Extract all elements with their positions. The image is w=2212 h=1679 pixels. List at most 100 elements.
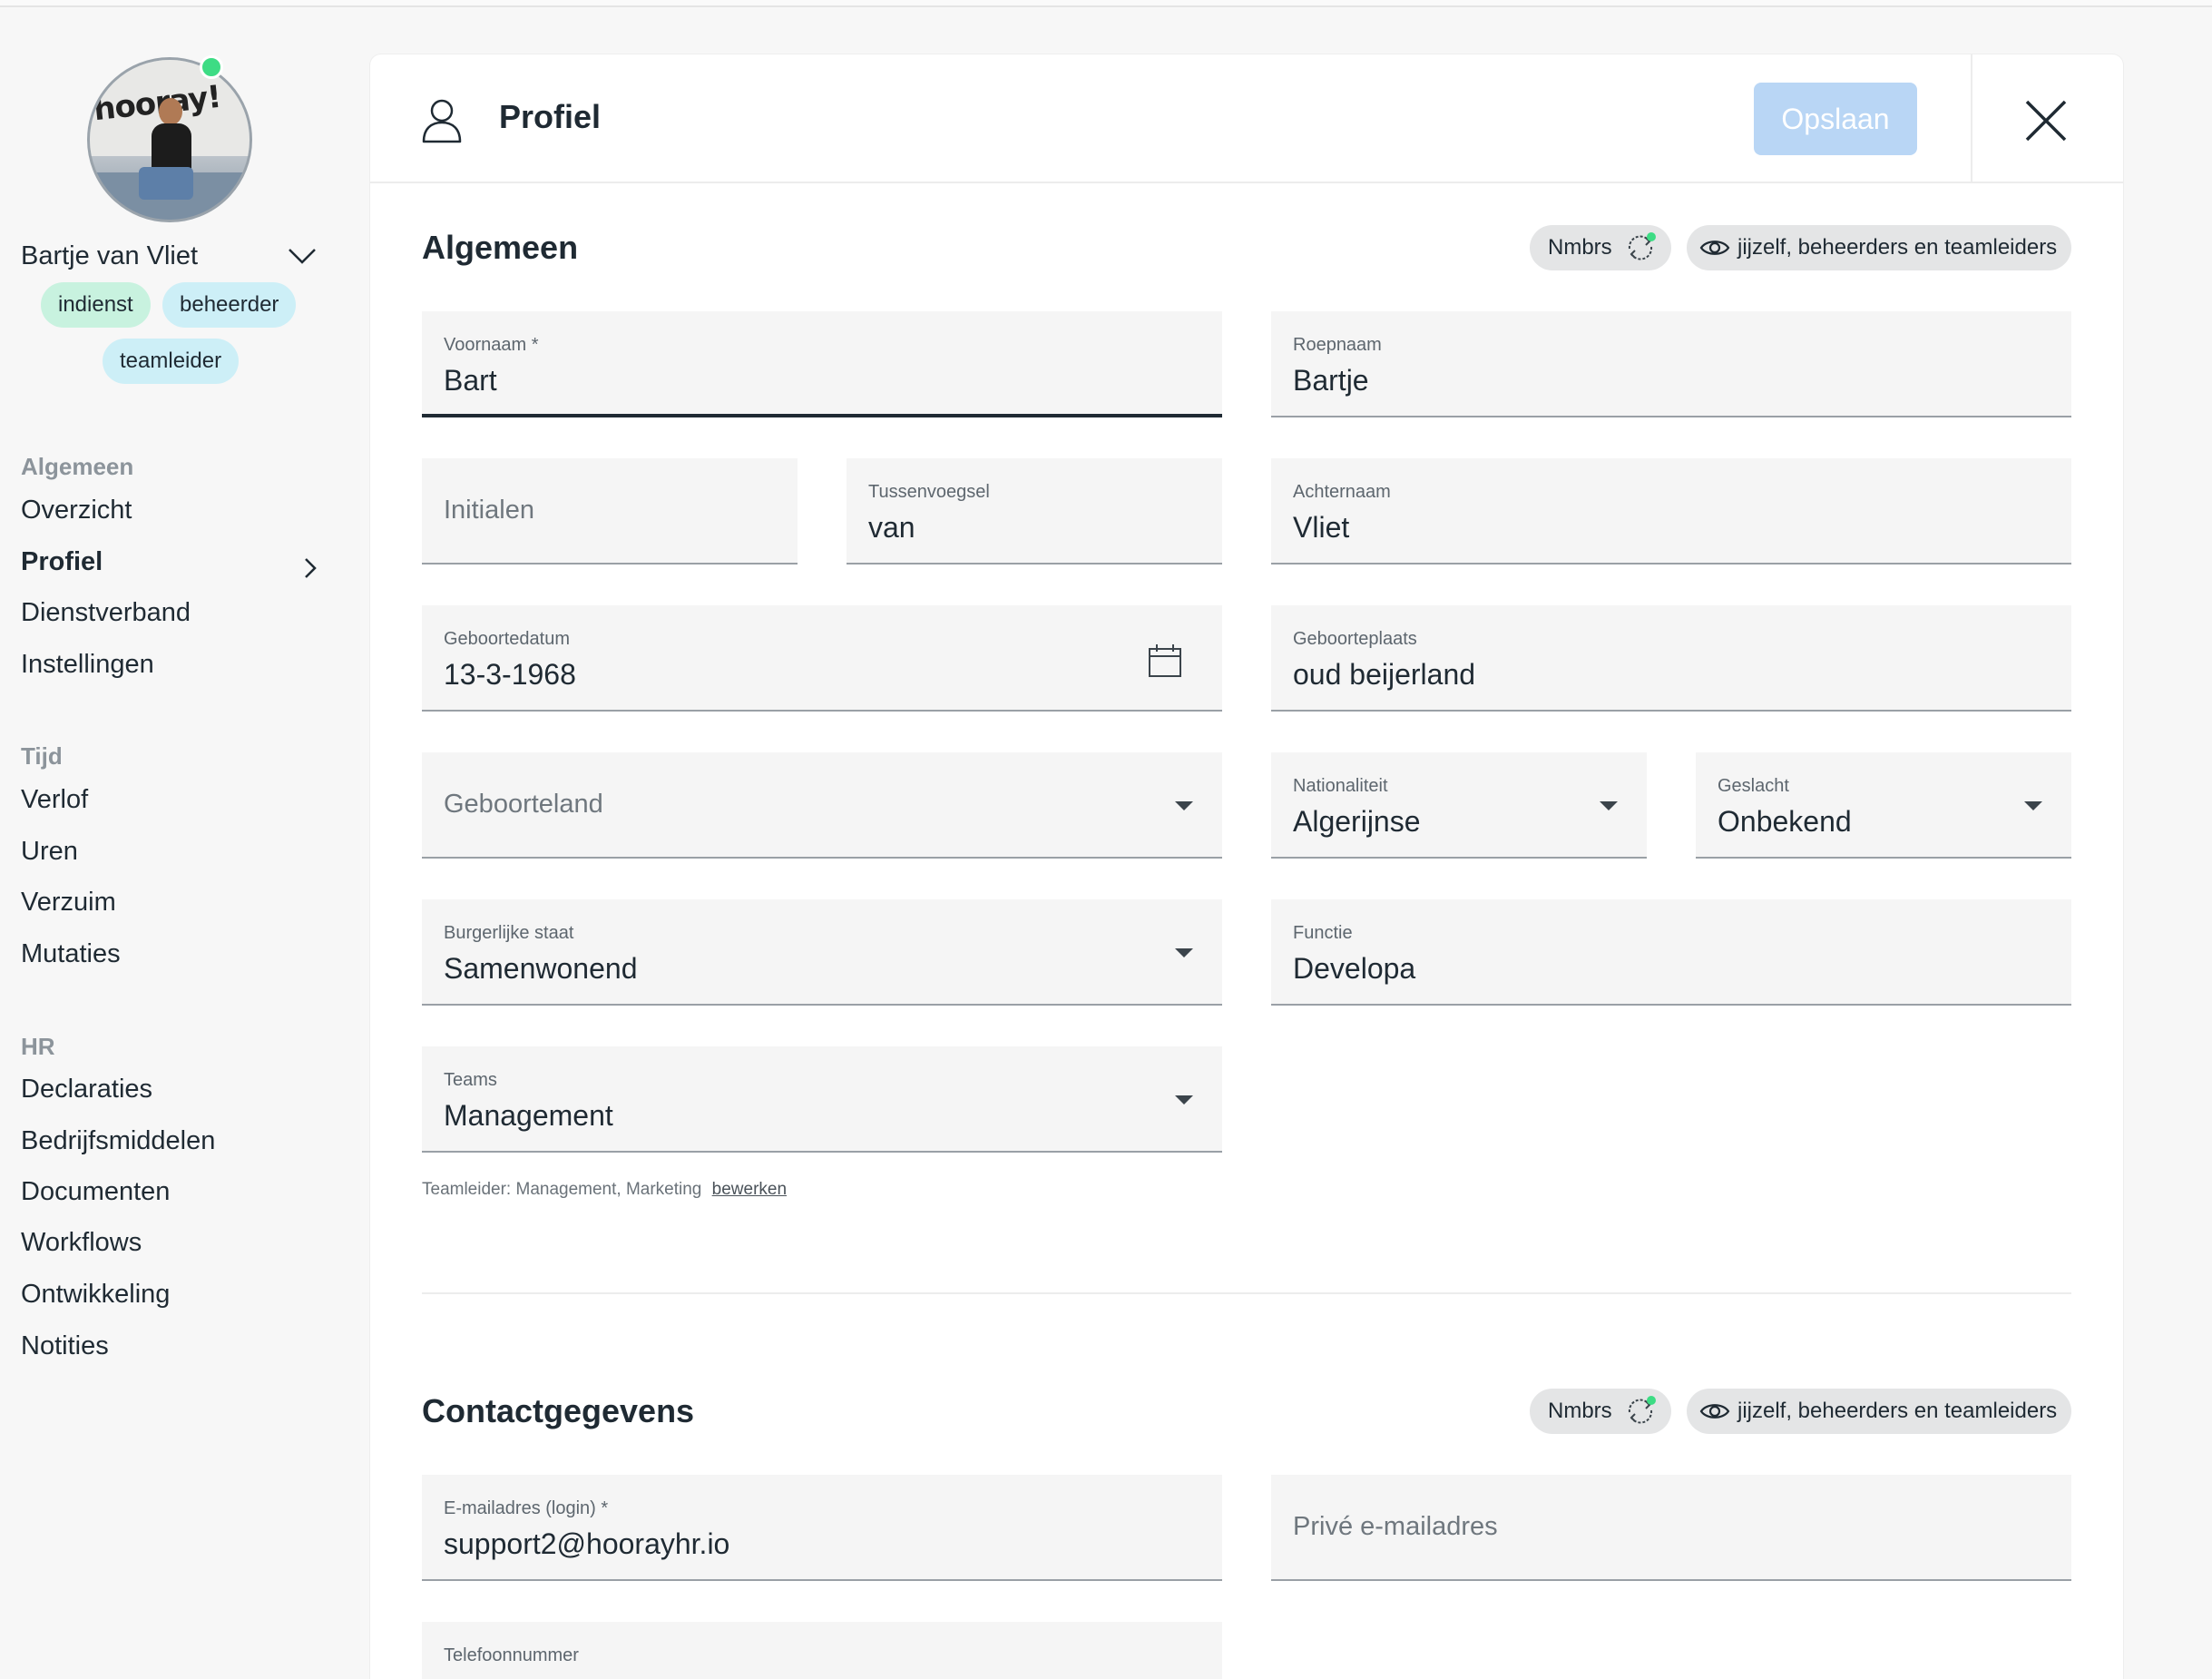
burgerlijke-staat-value: Samenwonend [444,952,638,985]
geslacht-label: Geslacht [1718,776,1789,796]
calendar-icon[interactable] [1148,643,1182,678]
geboortedatum-label: Geboortedatum [444,629,570,649]
nav-section-hr: HR [21,1033,55,1060]
sidebar-item-verzuim[interactable]: Verzuim [21,888,116,918]
close-icon[interactable] [2020,94,2072,147]
section-title-contactgegevens: Contactgegevens [422,1392,695,1429]
sidebar-item-ontwikkeling[interactable]: Ontwikkeling [21,1280,170,1310]
sidebar-item-workflows[interactable]: Workflows [21,1228,142,1258]
roepnaam-value: Bartje [1293,364,1369,397]
section-divider [422,1292,2071,1294]
online-status-icon [200,55,223,79]
nationaliteit-value: Algerijnse [1293,805,1421,838]
roepnaam-label: Roepnaam [1293,335,1382,355]
window-top-bar [0,0,2212,7]
telefoon-field[interactable]: Telefoonnummer [422,1622,1222,1679]
user-icon [422,99,462,143]
email-field[interactable]: E-mailadres (login) * support2@hoorayhr.… [422,1475,1222,1581]
achternaam-label: Achternaam [1293,482,1391,502]
geslacht-select[interactable]: Geslacht Onbekend [1696,752,2071,859]
visibility-label: jijzelf, beheerders en teamleiders [1737,235,2058,260]
avatar[interactable]: hooray! [87,55,252,222]
section-title-algemeen: Algemeen [422,229,579,266]
chevron-down-icon[interactable] [287,245,318,267]
initialen-field[interactable]: Initialen [422,458,798,565]
sync-icon [1628,232,1656,260]
role-badge-teamleider: teamleider [103,339,240,384]
sidebar-item-mutaties[interactable]: Mutaties [21,939,121,969]
geboortedatum-value: 13-3-1968 [444,658,576,691]
source-badge-nmbrs[interactable]: Nmbrs [1530,225,1671,270]
dropdown-caret-icon [1600,801,1618,810]
initialen-placeholder: Initialen [444,496,534,525]
eye-icon [1699,241,1730,255]
nav-section-algemeen: Algemeen [21,453,134,480]
geboorteland-placeholder: Geboorteland [444,790,603,819]
geboortedatum-field[interactable]: Geboortedatum 13-3-1968 [422,605,1222,712]
burgerlijke-staat-label: Burgerlijke staat [444,923,574,943]
sidebar-item-profiel[interactable]: Profiel [21,547,103,577]
nav-section-tijd: Tijd [21,742,63,770]
sidebar-item-notities[interactable]: Notities [21,1331,109,1361]
geboorteland-select[interactable]: Geboorteland [422,752,1222,859]
functie-label: Functie [1293,923,1353,943]
sidebar-item-overzicht[interactable]: Overzicht [21,496,132,525]
page-title: Profiel [499,98,602,135]
edit-teams-link[interactable]: bewerken [712,1180,787,1199]
telefoon-label: Telefoonnummer [444,1645,579,1665]
teams-label: Teams [444,1070,497,1090]
voornaam-field[interactable]: Voornaam * Bart [422,311,1222,417]
teamleider-helper-text: Teamleider: Management, Marketing [422,1180,702,1199]
geboorteplaats-field[interactable]: Geboorteplaats oud beijerland [1271,605,2071,712]
geslacht-value: Onbekend [1718,805,1852,838]
dropdown-caret-icon [1175,1095,1193,1105]
dropdown-caret-icon [1175,801,1193,810]
burgerlijke-staat-select[interactable]: Burgerlijke staat Samenwonend [422,899,1222,1006]
sidebar-item-documenten[interactable]: Documenten [21,1177,170,1207]
nationaliteit-label: Nationaliteit [1293,776,1388,796]
roepnaam-field[interactable]: Roepnaam Bartje [1271,311,2071,417]
sidebar-item-dienstverband[interactable]: Dienstverband [21,598,191,628]
status-badge-indienst: indienst [41,282,151,328]
profile-panel: Profiel Opslaan Algemeen Nmbrs jijzelf, … [370,54,2123,1679]
functie-value: Developa [1293,952,1416,985]
functie-field[interactable]: Functie Developa [1271,899,2071,1006]
nationaliteit-select[interactable]: Nationaliteit Algerijnse [1271,752,1647,859]
geboorteplaats-value: oud beijerland [1293,658,1476,691]
prive-email-placeholder: Privé e-mailadres [1293,1512,1498,1541]
dropdown-caret-icon [1175,948,1193,957]
teams-select[interactable]: Teams Management [422,1046,1222,1153]
sidebar-item-instellingen[interactable]: Instellingen [21,650,154,680]
teams-value: Management [444,1099,613,1132]
sidebar-item-verlof[interactable]: Verlof [21,785,88,815]
voornaam-label: Voornaam * [444,335,539,355]
sync-icon [1628,1396,1656,1424]
achternaam-value: Vliet [1293,511,1350,544]
sidebar-item-declaraties[interactable]: Declaraties [21,1075,152,1105]
avatar-photo: hooray! [87,57,252,222]
chevron-right-icon [305,558,317,578]
visibility-label: jijzelf, beheerders en teamleiders [1737,1399,2058,1423]
tussenvoegsel-label: Tussenvoegsel [868,482,990,502]
email-value: support2@hoorayhr.io [444,1527,730,1560]
sidebar-item-uren[interactable]: Uren [21,837,78,867]
role-badge-beheerder: beheerder [162,282,297,328]
source-badge-nmbrs[interactable]: Nmbrs [1530,1389,1671,1434]
source-label: Nmbrs [1548,1399,1612,1423]
sidebar-item-bedrijfsmiddelen[interactable]: Bedrijfsmiddelen [21,1126,215,1156]
voornaam-value: Bart [444,364,497,397]
prive-email-field[interactable]: Privé e-mailadres [1271,1475,2071,1581]
save-button[interactable]: Opslaan [1754,83,1917,155]
visibility-badge[interactable]: jijzelf, beheerders en teamleiders [1687,225,2071,270]
dropdown-caret-icon [2024,801,2042,810]
visibility-badge[interactable]: jijzelf, beheerders en teamleiders [1687,1389,2071,1434]
panel-header: Profiel Opslaan [370,54,2123,183]
sidebar: hooray! Bartje van Vliet indienst beheer… [0,7,367,1679]
tussenvoegsel-value: van [868,511,915,544]
geboorteplaats-label: Geboorteplaats [1293,629,1417,649]
user-name[interactable]: Bartje van Vliet [21,241,198,271]
eye-icon [1699,1404,1730,1419]
header-divider [1971,54,1972,183]
achternaam-field[interactable]: Achternaam Vliet [1271,458,2071,565]
tussenvoegsel-field[interactable]: Tussenvoegsel van [847,458,1222,565]
